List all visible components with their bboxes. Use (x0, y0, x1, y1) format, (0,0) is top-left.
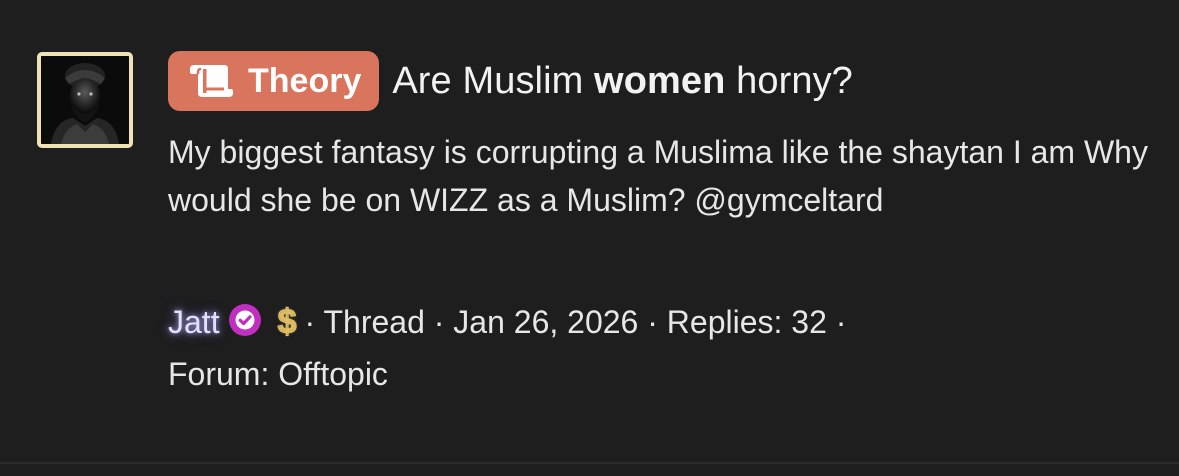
title-part-2: horny? (725, 59, 853, 102)
scroll-icon (190, 65, 233, 97)
prefix-badge[interactable]: Theory (168, 51, 380, 111)
thread-meta: Jatt $ · Thread · Jan 26, 2026 · Replies:… (168, 296, 1158, 400)
thread-snippet: My biggest fantasy is corrupting a Musli… (168, 134, 1148, 218)
verified-check-icon (228, 304, 261, 336)
divider (0, 462, 1179, 464)
avatar[interactable] (37, 52, 133, 148)
title-part-1: Are Muslim (392, 59, 595, 102)
avatar-image (41, 56, 129, 144)
meta-replies: · Replies: 32 · (647, 304, 847, 340)
dollar-sign-icon: $ (277, 303, 297, 342)
thread-title-line[interactable]: Theory Are Muslim women horny? (168, 51, 853, 111)
meta-forum[interactable]: Forum: Offtopic (168, 356, 388, 392)
author-username[interactable]: Jatt (168, 304, 220, 340)
thread-title[interactable]: Are Muslim women horny? (392, 60, 853, 103)
meta-date: Jan 26, 2026 (453, 304, 639, 340)
thread-list-item[interactable]: Theory Are Muslim women horny? My bigges… (0, 0, 1179, 462)
meta-thread-type: · Thread · (304, 304, 445, 340)
prefix-label: Theory (248, 61, 362, 100)
title-highlight: women (594, 59, 726, 102)
